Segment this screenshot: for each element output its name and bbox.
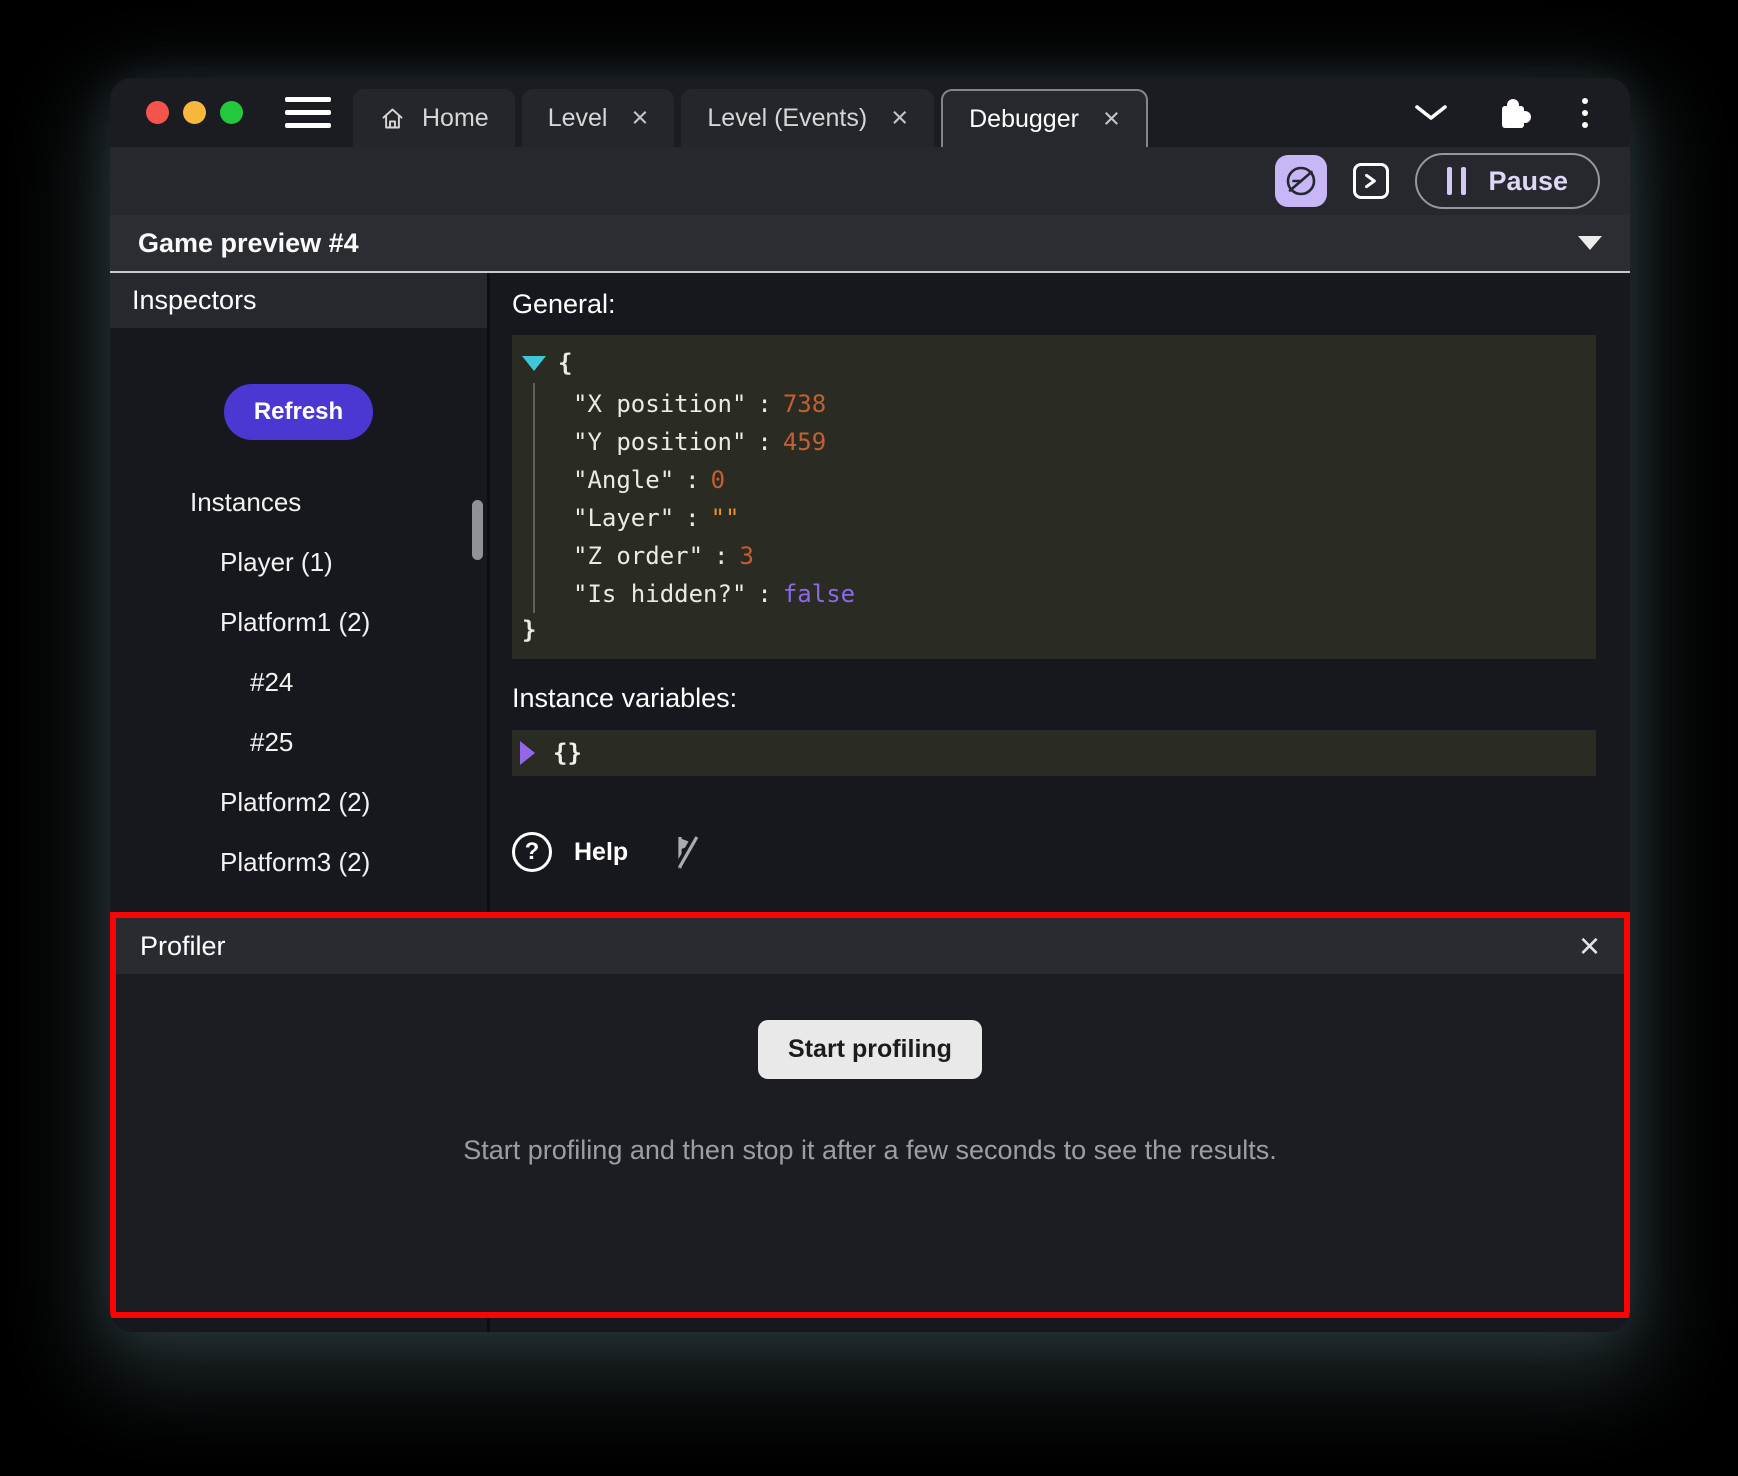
help-circle-icon[interactable]: ? <box>512 832 552 872</box>
tree-item-instance-25[interactable]: #25 <box>110 712 487 772</box>
pause-button-label: Pause <box>1488 166 1568 197</box>
open-brace: { <box>558 349 572 377</box>
tree-scrollbar-thumb[interactable] <box>472 500 483 560</box>
minimize-window-button[interactable] <box>183 101 206 124</box>
start-profiling-button[interactable]: Start profiling <box>758 1020 982 1079</box>
tree-item-instance-24[interactable]: #24 <box>110 652 487 712</box>
console-chevron-icon <box>1362 172 1380 190</box>
zoom-window-button[interactable] <box>220 101 243 124</box>
close-profiler-icon[interactable]: × <box>1579 928 1600 964</box>
close-brace: } <box>522 613 1580 647</box>
property-row-y-position: "Y position":459 <box>573 423 1580 461</box>
expand-arrow-icon[interactable] <box>520 741 535 765</box>
pause-button[interactable]: Pause <box>1415 153 1600 209</box>
property-value: 0 <box>711 466 725 494</box>
chevron-down-icon[interactable] <box>1412 102 1450 124</box>
property-row-x-position: "X position":738 <box>573 385 1580 423</box>
profiler-title: Profiler <box>140 931 226 962</box>
property-row-z-order: "Z order":3 <box>573 537 1580 575</box>
property-key: "X position" <box>573 390 746 418</box>
pause-icon <box>1447 167 1466 195</box>
close-window-button[interactable] <box>146 101 169 124</box>
property-row-is-hidden: "Is hidden?":false <box>573 575 1580 613</box>
debugger-window: Home Level × Level (Events) × Debugger × <box>110 78 1630 1332</box>
home-icon <box>379 105 406 132</box>
profiler-toggle-button[interactable] <box>1275 155 1327 207</box>
instances-tree: Instances Player (1) Platform1 (2) #24 #… <box>110 472 487 952</box>
instance-variables-json: {} <box>512 730 1596 776</box>
profiler-panel: Profiler × Start profiling Start profili… <box>110 912 1630 1318</box>
property-key: "Is hidden?" <box>573 580 746 608</box>
tabbar-right-controls <box>1412 98 1630 128</box>
game-preview-title: Game preview #4 <box>138 228 359 259</box>
property-value: 3 <box>740 542 754 570</box>
close-tab-icon[interactable]: × <box>891 104 908 133</box>
property-value: "" <box>711 504 740 532</box>
property-row-layer: "Layer":"" <box>573 499 1580 537</box>
tab-label: Debugger <box>969 105 1079 134</box>
inspectors-header: Inspectors <box>110 273 487 328</box>
extensions-icon[interactable] <box>1502 106 1524 128</box>
property-value: false <box>783 580 855 608</box>
tab-label: Level <box>548 104 608 133</box>
game-preview-selector[interactable]: Game preview #4 <box>110 215 1630 273</box>
tree-item-platform1[interactable]: Platform1 (2) <box>110 592 487 652</box>
tree-item-platform2[interactable]: Platform2 (2) <box>110 772 487 832</box>
general-properties-json: { "X position":738 "Y position":459 "Ang… <box>512 335 1596 659</box>
property-row-angle: "Angle":0 <box>573 461 1580 499</box>
refresh-button[interactable]: Refresh <box>224 384 373 440</box>
traffic-lights <box>146 101 243 124</box>
instance-variables-value: {} <box>553 739 582 767</box>
general-section-label: General: <box>512 289 1596 320</box>
profiler-header: Profiler × <box>116 918 1624 974</box>
json-lines: "X position":738 "Y position":459 "Angle… <box>533 383 1580 613</box>
gauge-icon <box>1283 163 1319 199</box>
tree-item-instances[interactable]: Instances <box>110 472 487 532</box>
tab-strip: Home Level × Level (Events) × Debugger × <box>353 89 1148 147</box>
flag-off-icon[interactable] <box>670 833 700 871</box>
profiler-description: Start profiling and then stop it after a… <box>463 1135 1276 1166</box>
close-tab-icon[interactable]: × <box>1103 105 1120 134</box>
property-key: "Angle" <box>573 466 674 494</box>
profiler-body: Start profiling Start profiling and then… <box>116 974 1624 1312</box>
property-key: "Z order" <box>573 542 703 570</box>
tab-bar: Home Level × Level (Events) × Debugger × <box>110 78 1630 147</box>
property-value: 459 <box>783 428 826 456</box>
instance-variables-label: Instance variables: <box>512 683 1596 714</box>
more-options-icon[interactable] <box>1582 98 1588 128</box>
help-row: ? Help <box>512 832 1596 872</box>
tab-label: Level (Events) <box>707 104 867 133</box>
help-label[interactable]: Help <box>574 838 628 867</box>
tab-label: Home <box>422 104 489 133</box>
debugger-toolbar: Pause <box>110 147 1630 215</box>
close-tab-icon[interactable]: × <box>631 104 648 133</box>
json-root-row: { <box>522 343 1580 383</box>
tab-debugger[interactable]: Debugger × <box>941 89 1148 147</box>
tab-level-events[interactable]: Level (Events) × <box>681 89 934 147</box>
property-key: "Y position" <box>573 428 746 456</box>
tree-item-platform3[interactable]: Platform3 (2) <box>110 832 487 892</box>
property-value: 738 <box>783 390 826 418</box>
main-menu-icon[interactable] <box>285 97 331 128</box>
tab-level[interactable]: Level × <box>522 89 675 147</box>
inspectors-title: Inspectors <box>132 285 257 316</box>
console-toggle-button[interactable] <box>1353 163 1389 199</box>
tab-home[interactable]: Home <box>353 89 515 147</box>
property-key: "Layer" <box>573 504 674 532</box>
tree-item-player[interactable]: Player (1) <box>110 532 487 592</box>
dropdown-caret-icon[interactable] <box>1578 236 1602 250</box>
collapse-arrow-icon[interactable] <box>522 356 546 371</box>
